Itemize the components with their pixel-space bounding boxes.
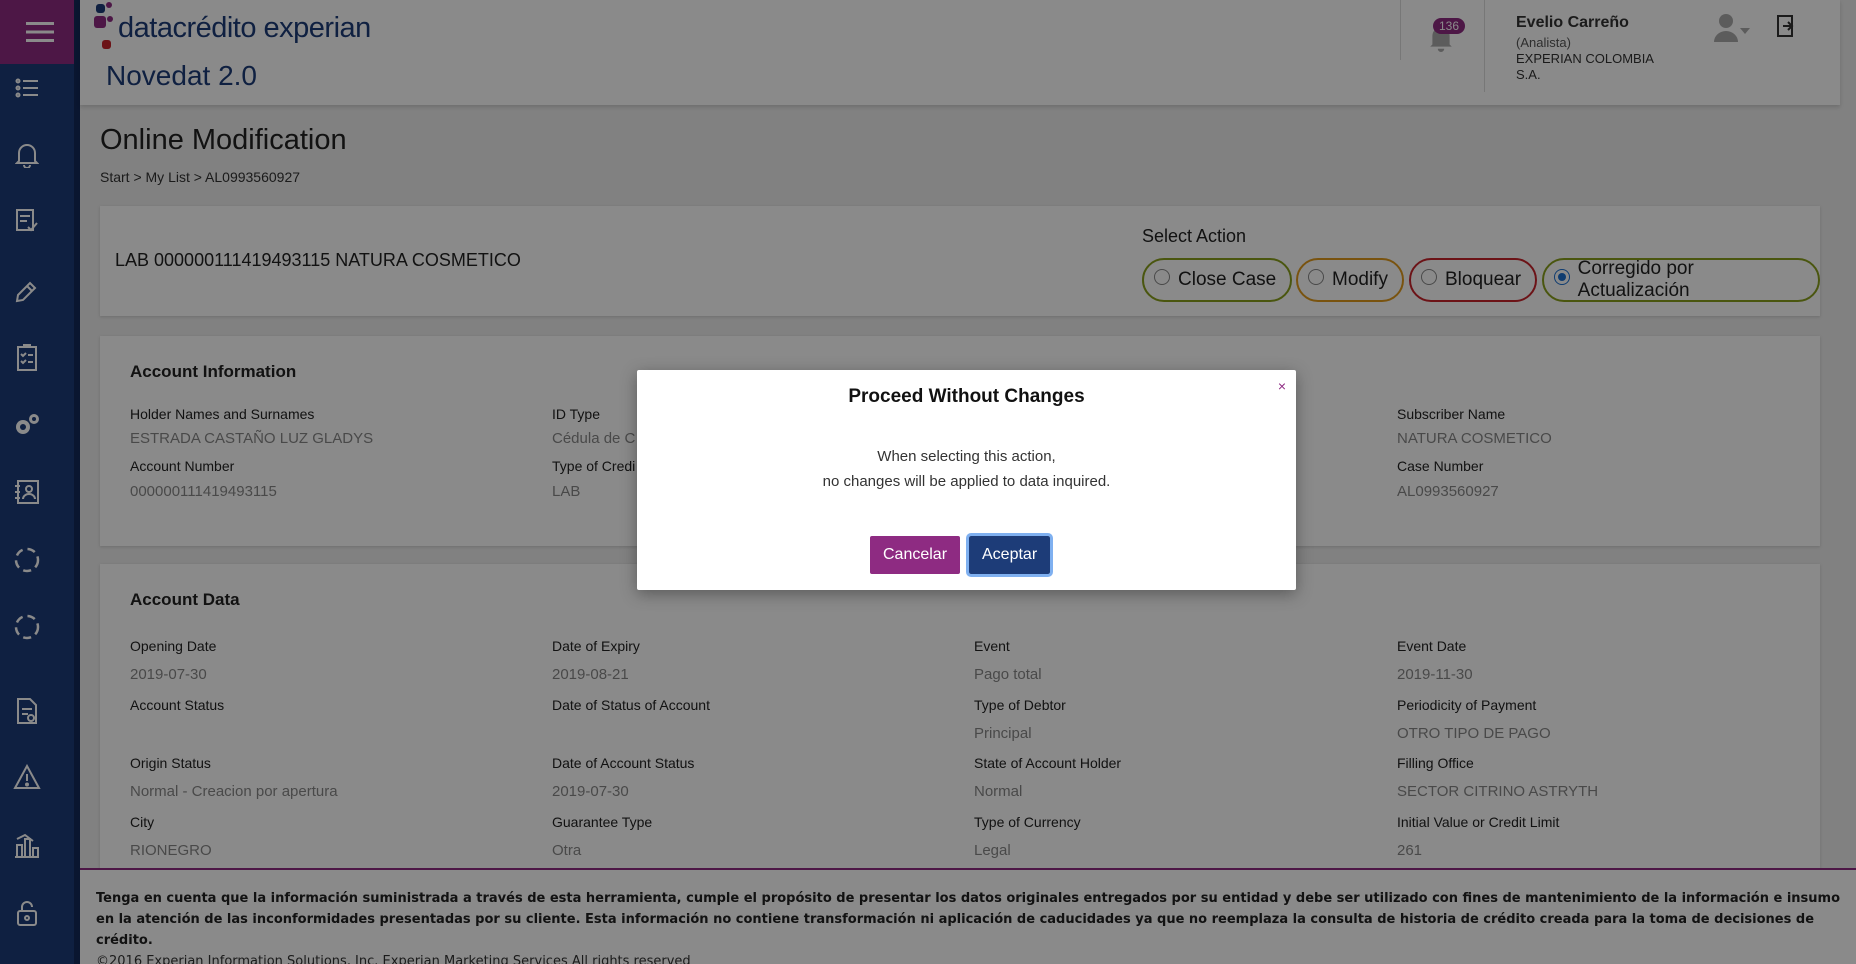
dialog-message-line: When selecting this action, — [877, 448, 1056, 465]
cancel-button[interactable]: Cancelar — [870, 536, 961, 574]
close-icon[interactable]: × — [1278, 378, 1286, 394]
dialog-message: When selecting this action, no changes w… — [637, 444, 1296, 494]
confirm-dialog: Proceed Without Changes × When selecting… — [637, 370, 1296, 590]
dialog-title: Proceed Without Changes — [848, 386, 1085, 407]
dialog-message-line: no changes will be applied to data inqui… — [822, 473, 1111, 490]
accept-button[interactable]: Aceptar — [965, 533, 1054, 577]
